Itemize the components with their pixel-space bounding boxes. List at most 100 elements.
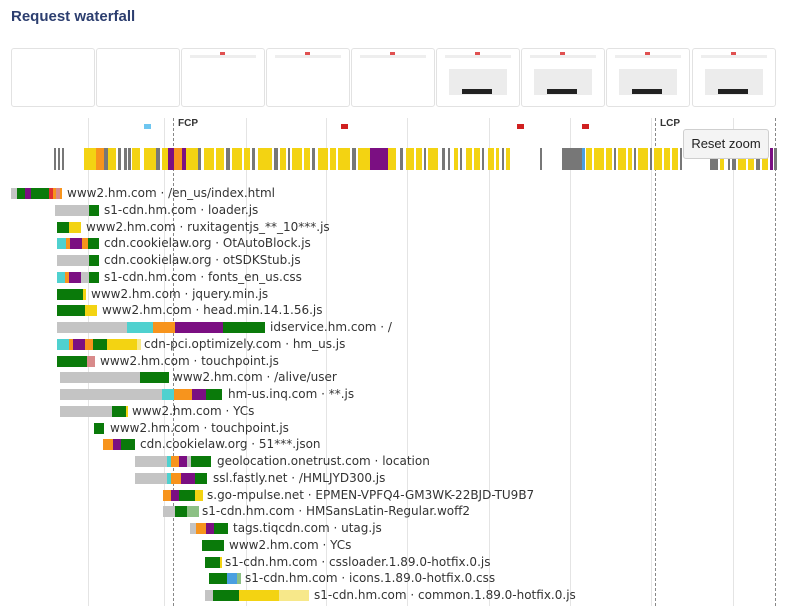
timing-segment	[57, 356, 87, 367]
filmstrip	[11, 48, 779, 107]
timing-segment	[57, 238, 66, 249]
timeline-overview[interactable]	[52, 148, 779, 170]
timing-segment	[57, 272, 65, 283]
timing-segment	[163, 490, 171, 501]
reset-zoom-button[interactable]: Reset zoom	[683, 129, 769, 159]
request-row[interactable]: tags.tiqcdn.com · utag.js	[0, 520, 788, 536]
timing-segment	[57, 339, 69, 350]
timing-segment	[178, 389, 192, 400]
request-label: www2.hm.com · /alive/user	[173, 370, 337, 384]
overview-segment	[680, 148, 682, 170]
overview-segment	[474, 148, 480, 170]
overview-segment	[232, 148, 242, 170]
request-row[interactable]: cdn.cookielaw.org · OtAutoBlock.js	[0, 235, 788, 251]
request-row[interactable]: s.go-mpulse.net · EPMEN-VPFQ4-GM3WK-22BJ…	[0, 487, 788, 503]
filmstrip-frame[interactable]	[351, 48, 435, 107]
overview-segment	[144, 148, 156, 170]
timing-segment	[70, 238, 82, 249]
request-label: s1-cdn.hm.com · HMSansLatin-Regular.woff…	[202, 504, 471, 518]
overview-segment	[58, 148, 60, 170]
request-row[interactable]: s1-cdn.hm.com · fonts_en_us.css	[0, 269, 788, 285]
frame-logo	[560, 52, 565, 55]
request-label: www2.hm.com · /en_us/index.html	[67, 186, 275, 200]
overview-segment	[460, 148, 462, 170]
overview-segment	[274, 148, 278, 170]
overview-segment	[672, 148, 678, 170]
request-row[interactable]: idservice.hm.com · /	[0, 319, 788, 335]
filmstrip-frame[interactable]	[11, 48, 95, 107]
request-row[interactable]: www2.hm.com · jquery.min.js	[0, 286, 788, 302]
overview-segment	[540, 148, 542, 170]
timing-segment	[179, 456, 187, 467]
frame-logo	[475, 52, 480, 55]
frame-logo	[390, 52, 395, 55]
request-row[interactable]: www2.hm.com · YCs	[0, 537, 788, 553]
request-row[interactable]: www2.hm.com · /alive/user	[0, 369, 788, 385]
timing-segment	[60, 389, 162, 400]
timing-segment	[69, 222, 81, 233]
timing-segment	[135, 456, 167, 467]
request-row[interactable]: ssl.fastly.net · /HMLJYD300.js	[0, 470, 788, 486]
filmstrip-frame[interactable]	[96, 48, 180, 107]
filmstrip-frame[interactable]	[606, 48, 690, 107]
overview-segment	[358, 148, 370, 170]
request-row[interactable]: s1-cdn.hm.com · HMSansLatin-Regular.woff…	[0, 503, 788, 519]
request-row[interactable]: www2.hm.com · touchpoint.js	[0, 420, 788, 436]
timing-segment	[57, 322, 127, 333]
request-row[interactable]: www2.hm.com · YCs	[0, 403, 788, 419]
request-label: cdn.cookielaw.org · 51***.json	[140, 437, 321, 451]
frame-logo	[731, 52, 736, 55]
filmstrip-frame[interactable]	[521, 48, 605, 107]
overview-segment	[562, 148, 582, 170]
request-row[interactable]: geolocation.onetrust.com · location	[0, 453, 788, 469]
overview-segment	[312, 148, 315, 170]
request-label: s1-cdn.hm.com · icons.1.89.0-hotfix.0.cs…	[245, 571, 496, 585]
timing-segment	[191, 456, 211, 467]
overview-segment	[448, 148, 450, 170]
request-row[interactable]: cdn.cookielaw.org · 51***.json	[0, 436, 788, 452]
timing-segment	[213, 590, 239, 601]
timing-segment	[93, 339, 107, 350]
request-row[interactable]: www2.hm.com · head.min.14.1.56.js	[0, 302, 788, 318]
overview-segment	[280, 148, 286, 170]
request-row[interactable]: cdn-pci.optimizely.com · hm_us.js	[0, 336, 788, 352]
request-row[interactable]: s1-cdn.hm.com · cssloader.1.89.0-hotfix.…	[0, 554, 788, 570]
request-row[interactable]: www2.hm.com · touchpoint.js	[0, 353, 788, 369]
timing-segment	[237, 573, 241, 584]
overview-segment	[258, 148, 272, 170]
filmstrip-frame[interactable]	[266, 48, 350, 107]
request-label: ssl.fastly.net · /HMLJYD300.js	[213, 471, 386, 485]
timing-segment	[57, 255, 89, 266]
filmstrip-frame[interactable]	[436, 48, 520, 107]
timing-segment	[137, 339, 141, 350]
overview-segment	[54, 148, 56, 170]
timing-segment	[175, 506, 187, 517]
frame-logo	[645, 52, 650, 55]
timing-segment	[94, 423, 104, 434]
timing-segment	[55, 205, 89, 216]
overview-segment	[424, 148, 426, 170]
request-row[interactable]: hm-us.inq.com · **.js	[0, 386, 788, 402]
overview-segment	[244, 148, 250, 170]
timing-segment	[214, 523, 228, 534]
request-row[interactable]: www2.hm.com · /en_us/index.html	[0, 185, 788, 201]
timing-segment	[171, 473, 179, 484]
timing-segment	[81, 272, 89, 283]
frame-button	[462, 89, 492, 94]
filmstrip-frame[interactable]	[692, 48, 776, 107]
timing-segment	[85, 305, 97, 316]
overview-segment	[330, 148, 336, 170]
timing-segment	[135, 473, 167, 484]
request-row[interactable]: s1-cdn.hm.com · icons.1.89.0-hotfix.0.cs…	[0, 570, 788, 586]
overview-segment	[586, 148, 592, 170]
filmstrip-frame[interactable]	[181, 48, 265, 107]
timing-segment	[107, 339, 137, 350]
request-row[interactable]: cdn.cookielaw.org · otSDKStub.js	[0, 252, 788, 268]
overview-segment	[226, 148, 230, 170]
request-row[interactable]: s1-cdn.hm.com · loader.js	[0, 202, 788, 218]
request-row[interactable]: s1-cdn.hm.com · common.1.89.0-hotfix.0.j…	[0, 587, 788, 603]
timing-segment	[113, 439, 121, 450]
frame-logo	[305, 52, 310, 55]
request-label: s1-cdn.hm.com · common.1.89.0-hotfix.0.j…	[314, 588, 576, 602]
request-row[interactable]: www2.hm.com · ruxitagentjs_**_10***.js	[0, 219, 788, 235]
